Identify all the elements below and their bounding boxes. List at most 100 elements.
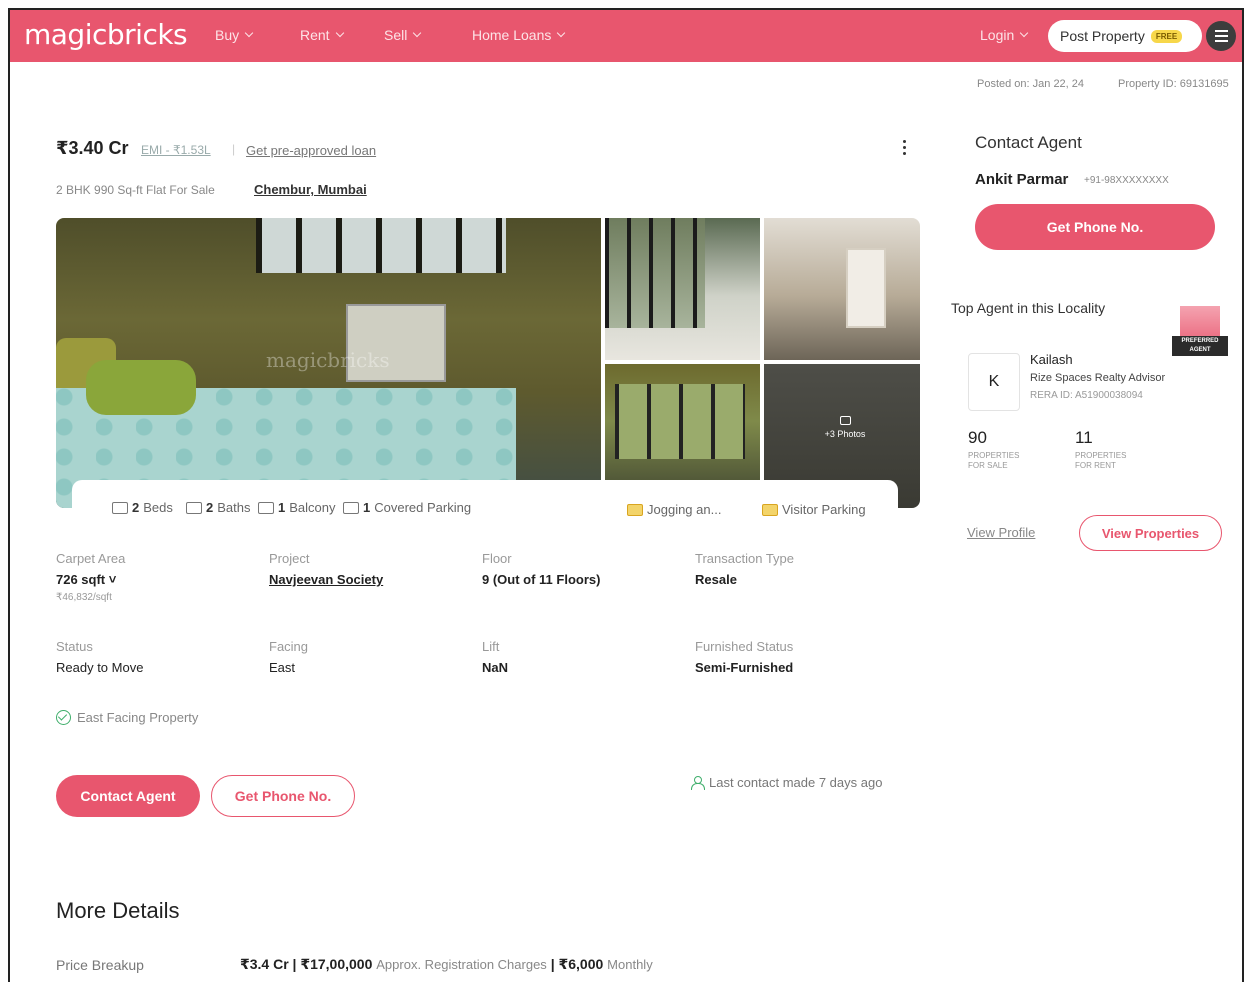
emi-link[interactable]: EMI - ₹1.53L xyxy=(141,143,211,157)
detail-label: Status xyxy=(56,639,93,654)
property-id: Property ID: 69131695 xyxy=(1118,78,1229,90)
chevron-down-icon xyxy=(413,28,422,38)
free-badge: FREE xyxy=(1150,29,1183,43)
nav-rent-label: Rent xyxy=(300,27,330,43)
login-menu[interactable]: Login xyxy=(980,27,1029,43)
price-breakup-label: Price Breakup xyxy=(56,957,144,973)
detail-lift: Lift NaN xyxy=(482,639,508,675)
agent-name: Ankit Parmar xyxy=(975,171,1069,188)
nav-home-loans-label: Home Loans xyxy=(472,27,552,43)
chevron-down-icon xyxy=(244,28,254,38)
price-separator: | xyxy=(232,142,236,156)
stat-properties-rent: 11 Properties for rent xyxy=(1075,428,1145,471)
bath-icon xyxy=(186,501,202,514)
contact-agent-button[interactable]: Contact Agent xyxy=(56,775,200,817)
listing-price: ₹3.40 Cr xyxy=(56,138,129,158)
login-label: Login xyxy=(980,27,1015,43)
detail-value: East xyxy=(269,660,296,675)
visitor-parking-label: Visitor Parking xyxy=(782,502,866,517)
maintenance-period: Monthly xyxy=(607,957,653,972)
view-profile-link[interactable]: View Profile xyxy=(967,525,1035,540)
post-property-button[interactable]: Post Property FREE xyxy=(1048,20,1202,52)
parking-label: Covered Parking xyxy=(374,500,472,515)
parking-icon xyxy=(343,501,359,514)
agent-phone-masked: +91-98XXXXXXXX xyxy=(1084,175,1169,186)
listing-subtitle: 2 BHK 990 Sq-ft Flat For Sale xyxy=(56,183,215,197)
sidebar-get-phone-button[interactable]: Get Phone No. xyxy=(975,204,1215,250)
detail-label: Lift xyxy=(482,639,500,654)
stat-value: 90 xyxy=(968,428,987,447)
more-details-heading: More Details xyxy=(56,898,180,923)
registration-charges-label: Approx. Registration Charges xyxy=(376,957,547,972)
jogging-label: Jogging an... xyxy=(647,502,722,517)
pre-approved-loan-link[interactable]: Get pre-approved loan xyxy=(246,143,376,158)
visitor-parking-info: Visitor Parking xyxy=(762,502,866,517)
visitor-parking-icon xyxy=(762,503,778,516)
view-properties-button[interactable]: View Properties xyxy=(1079,515,1222,551)
baths-label: Baths xyxy=(217,500,251,515)
detail-value: NaN xyxy=(482,660,509,675)
detail-label: Facing xyxy=(269,639,309,654)
nav-rent[interactable]: Rent xyxy=(300,27,344,43)
project-link[interactable]: Navjeevan Society xyxy=(269,572,383,587)
nav-home-loans[interactable]: Home Loans xyxy=(472,27,566,43)
baths-count: 2 xyxy=(206,500,214,515)
preferred-agent-label: PREFERRED AGENT xyxy=(1172,336,1228,356)
stat-properties-sale: 90 Properties for sale xyxy=(968,428,1038,471)
locality-link[interactable]: Chembur, Mumbai xyxy=(254,182,367,197)
page-frame: magicbricks Buy Rent Sell Home Loans Log… xyxy=(8,8,1244,982)
magicbricks-logo[interactable]: magicbricks xyxy=(24,18,188,51)
detail-value: Resale xyxy=(695,572,737,587)
balcony-icon xyxy=(258,501,274,514)
more-options-icon[interactable] xyxy=(903,140,906,155)
post-property-label: Post Property xyxy=(1060,28,1145,44)
stat-value: 11 xyxy=(1075,428,1093,447)
thumbnail-photo[interactable] xyxy=(764,218,920,360)
east-facing-highlight: East Facing Property xyxy=(56,710,198,725)
detail-carpet-area: Carpet Area 726 sqft ˅ ₹46,832/sqft xyxy=(56,551,125,603)
bed-icon xyxy=(112,501,128,514)
detail-furnished-status: Furnished Status Semi-Furnished xyxy=(695,639,793,675)
chevron-down-icon xyxy=(557,28,566,38)
user-icon xyxy=(691,776,705,790)
get-phone-button[interactable]: Get Phone No. xyxy=(211,775,355,817)
chevron-down-icon xyxy=(1020,28,1029,38)
balcony-info: 1 Balcony xyxy=(258,500,335,515)
jogging-track-icon xyxy=(627,503,643,516)
detail-label: Furnished Status xyxy=(695,639,794,654)
highlight-label: East Facing Property xyxy=(77,710,199,725)
maintenance-amount: | ₹6,000 xyxy=(550,956,604,972)
amenities-bar: 2 Beds 2 Baths 1 Balcony 1 Covered Parking J… xyxy=(72,480,898,540)
posted-on: Posted on: Jan 22, 24 xyxy=(977,78,1085,90)
detail-status: Status Ready to Move xyxy=(56,639,143,675)
baths-info: 2 Baths xyxy=(186,500,250,515)
nav-sell[interactable]: Sell xyxy=(384,27,422,43)
main-photo[interactable]: magicbricks xyxy=(56,218,601,508)
detail-project: Project Navjeevan Society xyxy=(269,551,383,587)
chevron-down-icon xyxy=(335,28,344,38)
watermark: magicbricks xyxy=(266,348,390,372)
avatar: K xyxy=(968,353,1020,411)
top-agent-heading: Top Agent in this Locality xyxy=(951,300,1106,316)
price-per-sqft: ₹46,832/sqft xyxy=(56,592,112,603)
stat-caption: Properties for rent xyxy=(1075,451,1127,470)
balcony-label: Balcony xyxy=(289,500,336,515)
detail-facing: Facing East xyxy=(269,639,308,675)
detail-label: Project xyxy=(269,551,310,566)
nav-buy[interactable]: Buy xyxy=(215,27,254,43)
photo-gallery[interactable]: magicbricks +3 Photos xyxy=(56,218,920,508)
nav-sell-label: Sell xyxy=(384,27,408,43)
beds-label: Beds xyxy=(143,500,173,515)
carpet-area-dropdown[interactable]: 726 sqft ˅ xyxy=(56,572,125,587)
stat-caption: Properties for sale xyxy=(968,451,1020,470)
thumbnail-photo[interactable] xyxy=(605,218,760,360)
price-breakup-value: ₹3.4 Cr | ₹17,00,000 Approx. Registratio… xyxy=(240,956,653,973)
jogging-info[interactable]: Jogging an... xyxy=(627,502,721,517)
price-breakup-main: ₹3.4 Cr | ₹17,00,000 xyxy=(240,956,373,972)
top-nav-bar: magicbricks Buy Rent Sell Home Loans Log… xyxy=(10,10,1242,62)
more-photos-label: +3 Photos xyxy=(824,429,866,439)
nav-buy-label: Buy xyxy=(215,27,240,43)
parking-info: 1 Covered Parking xyxy=(343,500,471,515)
hamburger-menu-icon[interactable] xyxy=(1206,21,1236,51)
balcony-count: 1 xyxy=(278,500,286,515)
